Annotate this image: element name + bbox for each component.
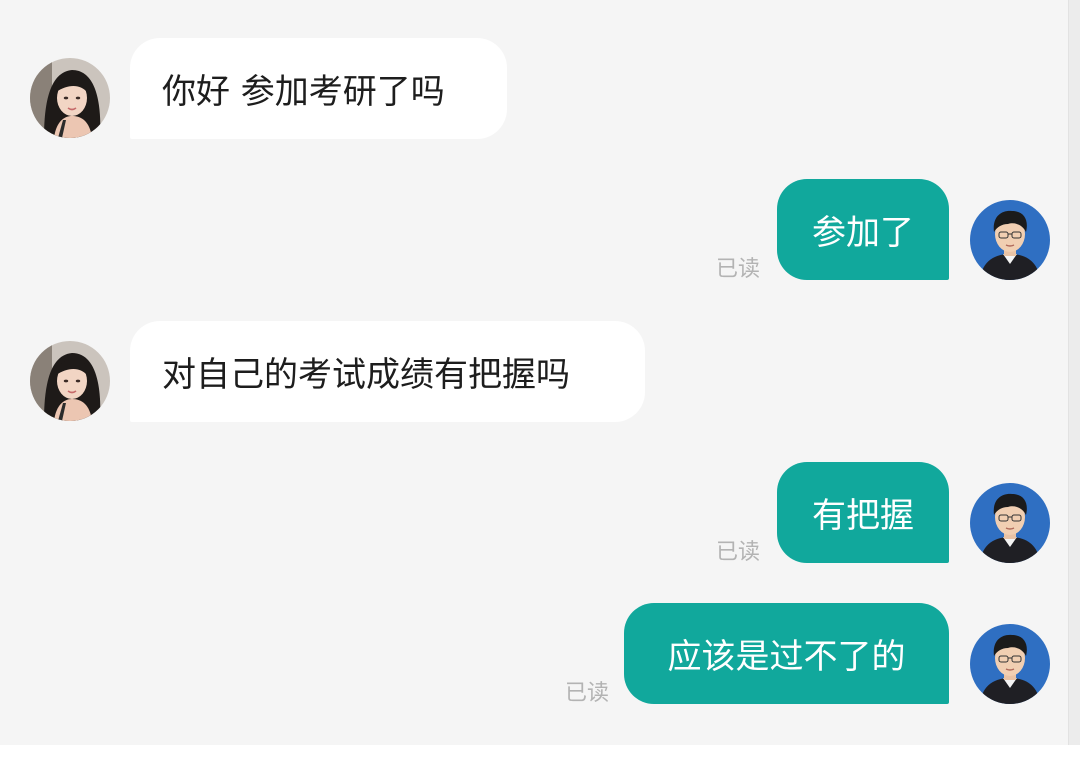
my-avatar-icon[interactable]	[970, 200, 1050, 280]
outgoing-message-bubble[interactable]: 应该是过不了的	[624, 603, 949, 704]
contact-avatar-icon[interactable]	[30, 341, 110, 421]
scrollbar[interactable]	[1068, 0, 1080, 745]
incoming-message-bubble[interactable]: 对自己的考试成绩有把握吗	[130, 321, 645, 422]
my-avatar-icon[interactable]	[970, 483, 1050, 563]
read-status: 已读	[716, 257, 761, 282]
chat-panel: 你好 参加考研了吗 已读 参加了 对自己的考试成绩有把握吗 已读 有把握 已读 …	[0, 0, 1068, 745]
message-text: 参加了	[812, 213, 914, 253]
outgoing-message-bubble[interactable]: 有把握	[777, 462, 949, 563]
message-text: 有把握	[812, 496, 914, 536]
incoming-message-bubble[interactable]: 你好 参加考研了吗	[130, 38, 507, 139]
outgoing-message-bubble[interactable]: 参加了	[777, 179, 949, 280]
message-text: 你好 参加考研了吗	[162, 72, 445, 112]
my-avatar-icon[interactable]	[970, 624, 1050, 704]
contact-avatar-icon[interactable]	[30, 58, 110, 138]
read-status: 已读	[716, 540, 761, 565]
message-text: 应该是过不了的	[667, 637, 906, 677]
read-status: 已读	[565, 681, 610, 706]
message-text: 对自己的考试成绩有把握吗	[162, 355, 570, 395]
